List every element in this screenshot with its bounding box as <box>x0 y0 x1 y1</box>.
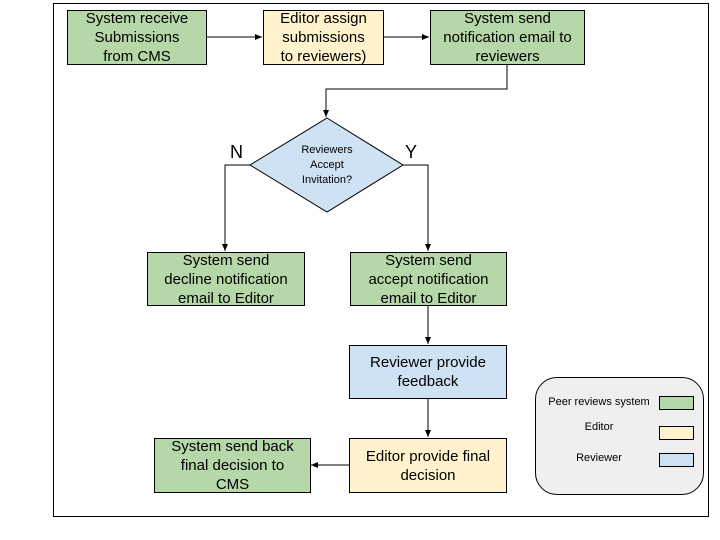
node-send-back-decision: System send back final decision to CMS <box>154 438 311 493</box>
legend-label-reviewer: Reviewer <box>576 452 622 464</box>
node-receive-submissions: System receive Submissions from CMS <box>67 10 207 65</box>
legend-swatch-system <box>659 396 694 410</box>
decision-label: Reviewers Accept Invitation? <box>301 144 353 186</box>
legend-swatch-editor <box>659 426 694 440</box>
legend-swatch-reviewer <box>659 453 694 467</box>
node-editor-assign: Editor assign submissions to reviewers) <box>263 10 384 65</box>
legend-label-system: Peer reviews system <box>548 396 650 408</box>
legend-label-editor: Editor <box>584 421 614 433</box>
arrow-no <box>222 164 250 251</box>
branch-yes-label: Y <box>405 142 418 162</box>
arrow-notify-decision <box>323 64 508 117</box>
node-editor-final-decision: Editor provide final decision <box>349 438 507 493</box>
node-decline-notification: System send decline notification email t… <box>147 252 305 307</box>
node-reviewer-feedback: Reviewer provide feedback <box>349 345 507 399</box>
node-send-notification: System send notification email to review… <box>430 10 585 65</box>
branch-no-label: N <box>230 142 243 162</box>
arrow-yes <box>403 164 431 251</box>
node-accept-notification: System send accept notification email to… <box>350 252 507 307</box>
